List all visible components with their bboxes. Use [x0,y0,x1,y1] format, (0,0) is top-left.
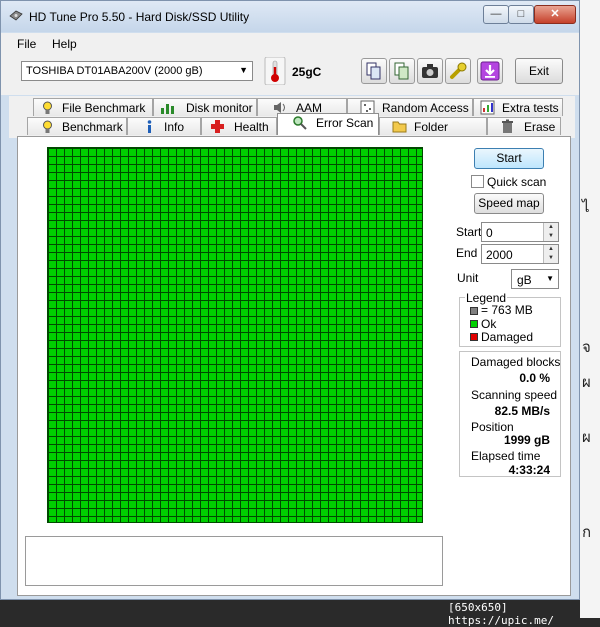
drive-select-value: TOSHIBA DT01ABA200V (2000 gB) [26,65,203,77]
tab-health[interactable]: Health [201,117,277,135]
start-button[interactable]: Start [474,148,544,169]
damaged-blocks-label: Damaged blocks [471,355,561,369]
tab-erase[interactable]: Erase [487,117,561,135]
legend-damaged-swatch [470,333,478,341]
tab-label: Benchmark [62,120,123,134]
start-position-value: 0 [486,226,493,240]
tab-disk-monitor[interactable]: Disk monitor [153,98,257,116]
tab-label: Disk monitor [186,101,253,115]
disk-monitor-icon [161,104,174,114]
app-window: HD Tune Pro 5.50 - Hard Disk/SSD Utility… [0,0,580,600]
position-label: Position [471,420,514,434]
spin-down-icon[interactable]: ▼ [543,254,558,263]
elapsed-time-value: 4:33:24 [508,463,550,477]
file-benchmark-icon [43,101,52,114]
disk-app-icon [9,10,23,21]
wrench-icon [450,62,467,79]
background-glyph: ก [582,524,592,541]
copy-icon [366,62,381,80]
close-button[interactable]: ✕ [534,5,576,24]
thermometer-icon [264,57,286,85]
damaged-blocks-value: 0.0 % [519,371,550,385]
tab-label: Random Access [382,101,469,115]
end-position-spinner[interactable]: 2000 ▲ ▼ [481,244,559,264]
spin-down-icon[interactable]: ▼ [543,232,558,241]
window-title: HD Tune Pro 5.50 - Hard Disk/SSD Utility [29,10,250,24]
tab-label: Extra tests [502,101,559,115]
legend-damaged-label: Damaged [481,330,534,344]
tab-error-scan[interactable]: Error Scan [277,113,379,135]
spin-up-icon[interactable]: ▲ [543,245,558,254]
start-field-label: Start [456,225,482,239]
folder-icon [392,121,407,133]
chevron-down-icon: ▼ [239,65,248,75]
minimize-button[interactable]: — [483,5,509,24]
quick-scan-checkbox[interactable] [471,175,484,188]
tab-label: Error Scan [316,116,374,130]
elapsed-time-label: Elapsed time [471,449,541,463]
health-cross-icon [211,120,224,133]
tab-label: Erase [524,120,556,134]
background-glyph: ผ [582,374,591,391]
maximize-button[interactable]: □ [508,5,534,24]
info-icon [147,120,152,133]
copy-info-button[interactable] [361,58,387,84]
scanning-speed-label: Scanning speed [471,388,558,402]
magnifier-icon [293,116,307,130]
screenshot-button[interactable] [417,58,443,84]
camera-icon [422,64,438,78]
tab-folder-usage[interactable]: Folder Usage [379,117,487,148]
legend-ok-swatch [470,320,478,328]
trash-icon [502,119,513,133]
position-value: 1999 gB [503,433,550,447]
scan-block-grid [47,147,423,523]
end-field-label: End [456,246,478,260]
chevron-down-icon: ▼ [546,274,554,283]
exit-button[interactable]: Exit [515,58,563,84]
menu-help[interactable]: Help [52,37,77,51]
tab-strip: File Benchmark Disk monitor AAM Random A… [9,96,575,148]
scanning-speed-value: 82.5 MB/s [494,404,550,418]
save-button[interactable] [477,58,503,84]
temperature-readout: 25gC [292,65,322,79]
legend-block-swatch [470,307,478,315]
spin-up-icon[interactable]: ▲ [543,223,558,232]
download-arrow-icon [480,61,500,81]
end-position-value: 2000 [486,248,513,262]
background-glyph: ไ [582,199,590,216]
tab-label: Health [234,120,269,134]
options-button[interactable] [445,58,471,84]
tab-info[interactable]: Info [127,117,201,135]
start-position-spinner[interactable]: 0 ▲ ▼ [481,222,559,242]
legend-block-size: = 763 MB [481,303,533,317]
tab-label: File Benchmark [62,101,146,115]
tab-extra-tests[interactable]: Extra tests [473,98,563,116]
background-glyph: จ [582,339,591,356]
tab-label: Info [164,120,185,134]
copy-all-button[interactable] [389,58,415,84]
image-host-watermark: [650x650] https://upic.me/ [448,601,554,627]
extra-tests-icon [480,100,495,115]
menu-file[interactable]: File [17,37,36,51]
title-bar[interactable]: HD Tune Pro 5.50 - Hard Disk/SSD Utility… [1,1,579,32]
tab-benchmark[interactable]: Benchmark [27,117,127,135]
legend-ok-label: Ok [481,317,497,331]
drive-select[interactable]: TOSHIBA DT01ABA200V (2000 gB) ▼ [21,61,253,81]
scan-log-box[interactable] [25,536,443,586]
unit-label: Unit [457,271,479,285]
unit-select-value: gB [517,273,532,287]
toolbar: TOSHIBA DT01ABA200V (2000 gB) ▼ 25gC Exi… [1,53,579,95]
lightbulb-icon [43,120,52,133]
unit-select[interactable]: gB ▼ [511,269,559,289]
speed-map-button[interactable]: Speed map [474,193,544,214]
menu-bar: File Help [1,33,579,53]
tab-file-benchmark[interactable]: File Benchmark [33,98,153,116]
copy-green-icon [394,62,409,80]
background-window-strip: ไ จ ผ ผ ก [580,0,600,618]
quick-scan-label: Quick scan [487,175,547,189]
background-glyph: ผ [582,429,591,446]
